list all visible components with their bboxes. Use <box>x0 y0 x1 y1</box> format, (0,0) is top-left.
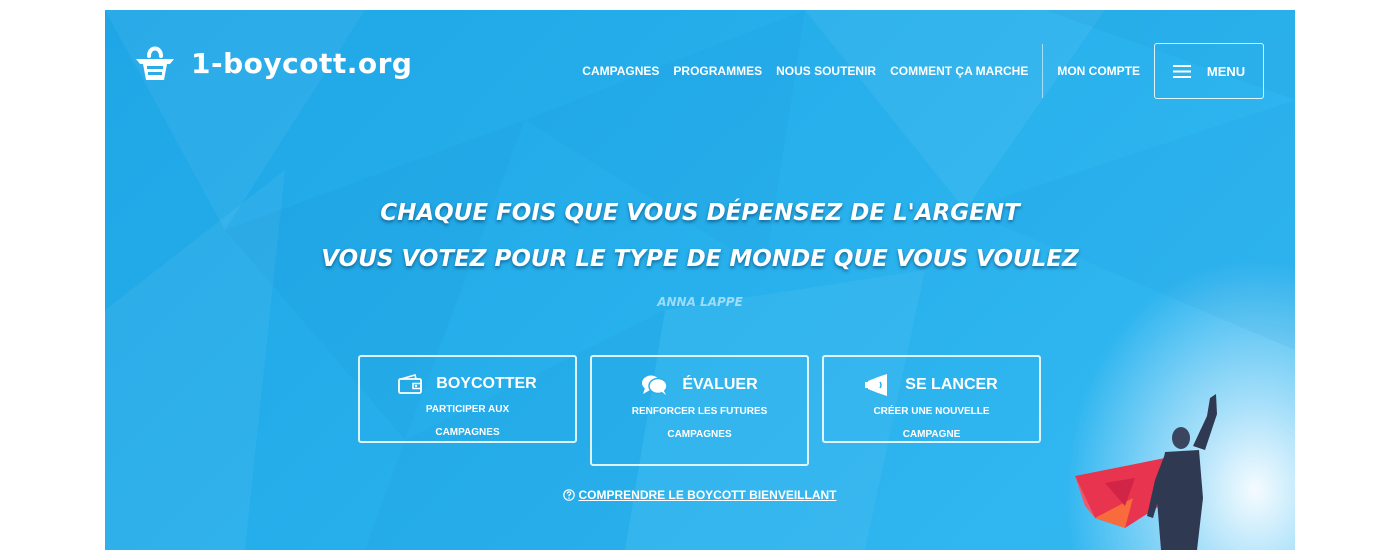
nav-programmes[interactable]: PROGRAMMES <box>673 64 762 78</box>
quote-author: ANNA LAPPE <box>657 295 743 309</box>
se-lancer-title: SE LANCER <box>905 376 998 393</box>
hero-banner: 1-boycott.org CAMPAGNES PROGRAMMES NOUS … <box>105 10 1295 550</box>
se-lancer-button[interactable]: SE LANCER CRÉER UNE NOUVELLE CAMPAGNE <box>822 355 1041 443</box>
boycotter-subtitle: PARTICIPER AUX CAMPAGNES <box>425 404 510 438</box>
menu-button[interactable]: MENU <box>1154 43 1264 99</box>
site-logo[interactable]: 1-boycott.org <box>135 42 412 84</box>
logo-text: 1-boycott.org <box>191 46 413 80</box>
nav-mon-compte[interactable]: MON COMPTE <box>1057 64 1140 78</box>
wallet-icon <box>398 374 423 394</box>
chat-bubbles-icon <box>642 375 669 395</box>
nav-comment-ca-marche[interactable]: COMMENT ÇA MARCHE <box>890 64 1028 78</box>
hamburger-icon <box>1172 64 1191 78</box>
basket-icon <box>136 46 174 80</box>
evaluer-title: ÉVALUER <box>682 376 758 393</box>
understand-link-label: COMPRENDRE LE BOYCOTT BIENVEILLANT <box>578 488 837 502</box>
se-lancer-subtitle: CRÉER UNE NOUVELLE CAMPAGNE <box>873 406 990 440</box>
evaluer-subtitle: RENFORCER LES FUTURES CAMPAGNES <box>631 406 768 440</box>
nav-nous-soutenir[interactable]: NOUS SOUTENIR <box>776 64 876 78</box>
boycotter-button[interactable]: BOYCOTTER PARTICIPER AUX CAMPAGNES <box>358 355 577 443</box>
understand-link[interactable]: COMPRENDRE LE BOYCOTT BIENVEILLANT <box>563 488 837 502</box>
main-nav: CAMPAGNES PROGRAMMES NOUS SOUTENIR COMME… <box>568 43 1264 99</box>
menu-label: MENU <box>1206 63 1246 79</box>
quote-line-2: VOUS VOTEZ POUR LE TYPE DE MONDE QUE VOU… <box>321 246 1079 272</box>
megaphone-icon <box>865 374 888 396</box>
quote-line-1: CHAQUE FOIS QUE VOUS DÉPENSEZ DE L'ARGEN… <box>380 200 1020 226</box>
help-circle-icon <box>563 489 576 501</box>
boycotter-title: BOYCOTTER <box>436 375 537 392</box>
nav-divider <box>1042 44 1044 98</box>
evaluer-button[interactable]: ÉVALUER RENFORCER LES FUTURES CAMPAGNES <box>590 355 809 466</box>
superhero-illustration <box>1075 394 1217 550</box>
nav-campagnes[interactable]: CAMPAGNES <box>582 64 659 78</box>
